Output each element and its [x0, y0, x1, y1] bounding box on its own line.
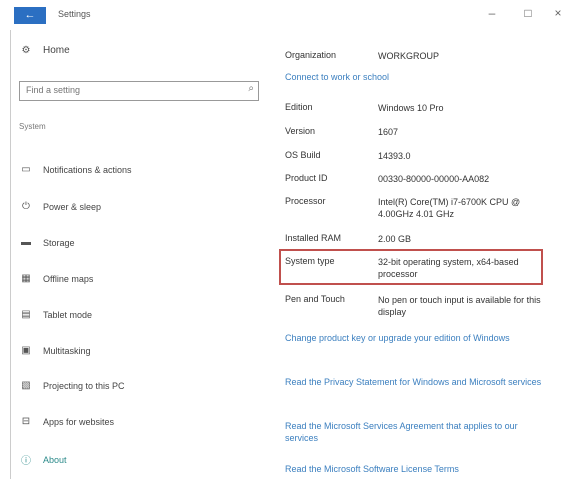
sidebar-item-label: Apps for websites: [43, 416, 115, 427]
apps-websites-icon: ⊟: [21, 416, 31, 427]
projecting-icon: ▧: [21, 380, 31, 391]
search-box: ⌕: [19, 81, 259, 101]
info-row-pen-touch: Pen and Touch No pen or touch input is a…: [285, 294, 558, 318]
storage-icon: ▬: [21, 237, 31, 248]
sidebar-item-storage[interactable]: ▬ Storage: [19, 237, 75, 248]
info-row-product-id: Product ID 00330-80000-00000-AA082: [285, 173, 558, 185]
window-title: Settings: [58, 9, 91, 19]
sidebar-item-label: Tablet mode: [43, 309, 93, 320]
back-button[interactable]: ←: [14, 7, 46, 24]
info-label: Installed RAM: [285, 233, 342, 243]
sidebar-item-home[interactable]: ⚙ Home: [19, 45, 70, 56]
close-button[interactable]: ×: [548, 6, 568, 20]
sidebar-item-about[interactable]: ⓘ About: [19, 452, 67, 468]
info-row-processor: Processor Intel(R) Core(TM) i7-6700K CPU…: [285, 196, 558, 220]
info-label: Pen and Touch: [285, 294, 345, 304]
title-bar: ← Settings – □ ×: [0, 0, 570, 30]
search-icon[interactable]: ⌕: [248, 83, 254, 94]
section-label: System: [19, 122, 46, 131]
privacy-statement-link[interactable]: Read the Privacy Statement for Windows a…: [285, 376, 550, 388]
info-row-os-build: OS Build 14393.0: [285, 150, 558, 162]
info-value: 00330-80000-00000-AA082: [378, 174, 490, 184]
sidebar-item-offline-maps[interactable]: ▦ Offline maps: [19, 273, 93, 284]
info-value: 2.00 GB: [378, 234, 412, 244]
info-label: Product ID: [285, 173, 328, 183]
sidebar-item-label: About: [43, 454, 67, 465]
info-row-version: Version 1607: [285, 126, 558, 138]
sidebar-item-label: Offline maps: [43, 273, 94, 284]
change-product-key-link[interactable]: Change product key or upgrade your editi…: [285, 332, 550, 344]
info-value: WORKGROUP: [378, 51, 440, 61]
sidebar-item-label: Home: [43, 45, 70, 56]
services-agreement-link[interactable]: Read the Microsoft Services Agreement th…: [285, 420, 550, 444]
system-type-highlight-box: [279, 249, 543, 285]
map-icon: ▦: [21, 273, 31, 284]
sidebar-item-projecting[interactable]: ▧ Projecting to this PC: [19, 380, 125, 391]
sidebar-item-label: Storage: [43, 237, 75, 248]
info-label: Version: [285, 126, 316, 136]
info-value: 1607: [378, 127, 399, 137]
sidebar-item-apps-for-websites[interactable]: ⊟ Apps for websites: [19, 416, 114, 427]
sidebar-item-tablet-mode[interactable]: ▤ Tablet mode: [19, 309, 92, 320]
settings-window: ← Settings – □ × ⚙ Home ⌕ System ▭ Notif…: [0, 0, 570, 479]
sidebar-item-power[interactable]: ⏻ Power & sleep: [19, 201, 101, 212]
info-label: OS Build: [285, 150, 321, 160]
sidebar-item-multitasking[interactable]: ▣ Multitasking: [19, 345, 91, 356]
info-row-edition: Edition Windows 10 Pro: [285, 102, 558, 114]
tablet-icon: ▤: [21, 309, 31, 320]
minimize-button[interactable]: –: [482, 6, 502, 20]
license-terms-link[interactable]: Read the Microsoft Software License Term…: [285, 463, 550, 475]
info-value: 14393.0: [378, 151, 411, 161]
connect-work-school-link[interactable]: Connect to work or school: [285, 71, 550, 83]
info-label: Edition: [285, 102, 313, 112]
notifications-icon: ▭: [21, 164, 31, 175]
sidebar-item-label: Notifications & actions: [43, 164, 132, 175]
info-label: Organization: [285, 50, 337, 60]
sidebar-item-notifications[interactable]: ▭ Notifications & actions: [19, 164, 132, 175]
info-value: No pen or touch input is available for t…: [378, 295, 541, 317]
search-input[interactable]: [20, 82, 236, 98]
info-value: Windows 10 Pro: [378, 103, 444, 113]
info-row-organization: Organization WORKGROUP: [285, 50, 558, 62]
about-icon: ⓘ: [21, 456, 31, 467]
sidebar-item-label: Projecting to this PC: [43, 380, 125, 391]
info-row-installed-ram: Installed RAM 2.00 GB: [285, 233, 558, 245]
sidebar-item-label: Power & sleep: [43, 201, 102, 212]
gear-icon: ⚙: [21, 45, 31, 56]
maximize-button[interactable]: □: [518, 6, 538, 20]
info-value: Intel(R) Core(TM) i7-6700K CPU @ 4.00GHz…: [378, 197, 521, 219]
info-label: Processor: [285, 196, 326, 206]
multitasking-icon: ▣: [21, 345, 31, 356]
power-icon: ⏻: [22, 201, 30, 212]
sidebar-item-label: Multitasking: [43, 345, 91, 356]
back-arrow-icon: ←: [24, 9, 36, 21]
sidebar: ⚙ Home ⌕ System ▭ Notifications & action…: [10, 30, 269, 479]
